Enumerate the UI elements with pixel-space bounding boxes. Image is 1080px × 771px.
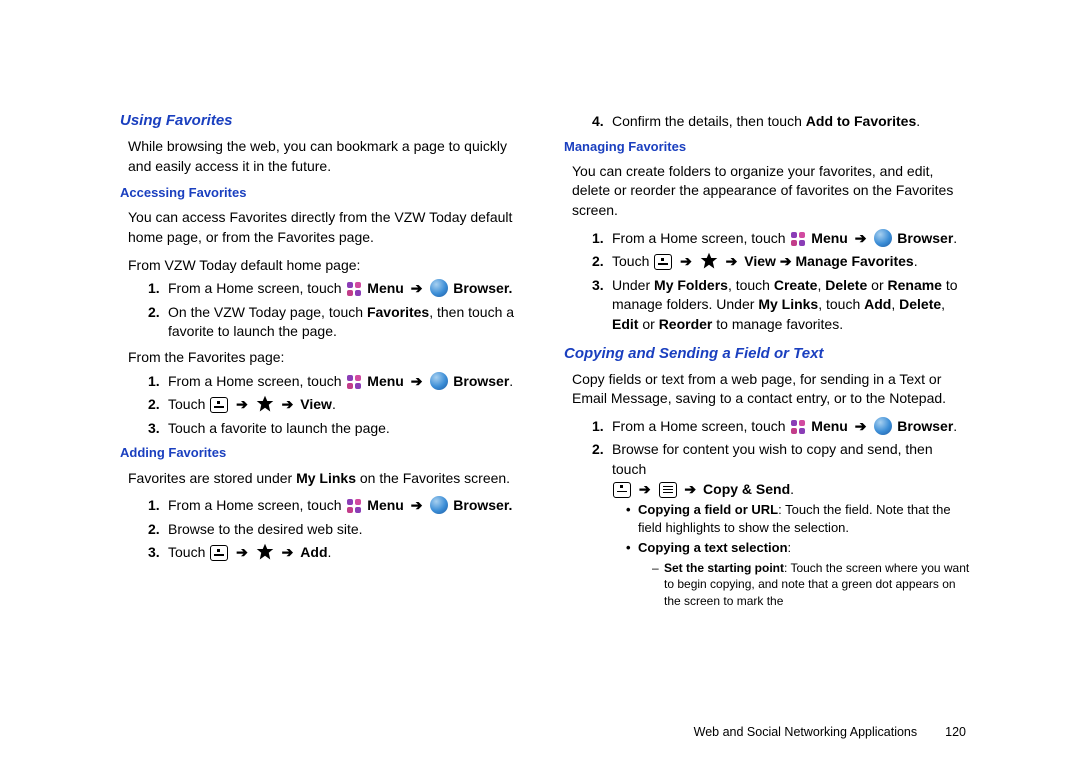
from-fav-label: From the Favorites page: xyxy=(128,348,526,368)
add-step-4: Confirm the details, then touch Add to F… xyxy=(592,112,970,132)
softkey-icon xyxy=(613,482,631,498)
globe-icon xyxy=(874,417,892,435)
arrow-icon: ➔ xyxy=(236,396,248,412)
add-step-1: From a Home screen, touch Menu ➔ Browser… xyxy=(148,496,526,516)
copy-steps: From a Home screen, touch Menu ➔ Browser… xyxy=(564,417,970,610)
globe-icon xyxy=(874,229,892,247)
globe-icon xyxy=(430,372,448,390)
arrow-icon: ➔ xyxy=(726,253,738,269)
from-vzw-label: From VZW Today default home page: xyxy=(128,256,526,276)
adding-text: Favorites are stored under My Links on t… xyxy=(120,469,526,489)
footer-chapter: Web and Social Networking Applications xyxy=(694,724,918,742)
apps-grid-icon xyxy=(346,498,362,514)
arrow-icon: ➔ xyxy=(639,481,651,497)
dash-starting-point: Set the starting point: Touch the screen… xyxy=(652,560,970,610)
arrow-icon: ➔ xyxy=(236,544,248,560)
vzw-steps: From a Home screen, touch Menu ➔ Browser… xyxy=(120,279,526,342)
list-lines-icon xyxy=(659,482,677,498)
softkey-icon xyxy=(210,545,228,561)
add-steps-continued: Confirm the details, then touch Add to F… xyxy=(564,112,970,132)
subheading-adding: Adding Favorites xyxy=(120,444,526,462)
footer-page-number: 120 xyxy=(945,724,966,742)
fav-steps: From a Home screen, touch Menu ➔ Browser… xyxy=(120,372,526,439)
add-step-2: Browse to the desired web site. xyxy=(148,520,526,540)
copy-step-1: From a Home screen, touch Menu ➔ Browser… xyxy=(592,417,970,437)
accessing-text: You can access Favorites directly from t… xyxy=(120,208,526,247)
apps-grid-icon xyxy=(346,374,362,390)
copy-dash: Set the starting point: Touch the screen… xyxy=(638,560,970,610)
copy-step-2: Browse for content you wish to copy and … xyxy=(592,440,970,610)
manage-step-1: From a Home screen, touch Menu ➔ Browser… xyxy=(592,229,970,249)
bullet-copy-field: Copying a field or URL: Touch the field.… xyxy=(626,501,970,537)
copy-text: Copy fields or text from a web page, for… xyxy=(564,370,970,409)
softkey-icon xyxy=(210,397,228,413)
vzw-step-2: On the VZW Today page, touch Favorites, … xyxy=(148,303,526,342)
arrow-icon: ➔ xyxy=(855,230,867,246)
arrow-icon: ➔ xyxy=(411,373,423,389)
arrow-icon: ➔ xyxy=(411,280,423,296)
arrow-icon: ➔ xyxy=(684,481,696,497)
manage-step-2: Touch ➔ ➔ View ➔ Manage Favorites. xyxy=(592,252,970,272)
arrow-icon: ➔ xyxy=(282,396,294,412)
arrow-icon: ➔ xyxy=(282,544,294,560)
subheading-accessing: Accessing Favorites xyxy=(120,184,526,202)
section-title-using-favorites: Using Favorites xyxy=(120,110,526,131)
page-footer: Web and Social Networking Applications 1… xyxy=(120,716,970,742)
manage-steps: From a Home screen, touch Menu ➔ Browser… xyxy=(564,229,970,335)
add-steps: From a Home screen, touch Menu ➔ Browser… xyxy=(120,496,526,563)
apps-grid-icon xyxy=(346,281,362,297)
subheading-managing: Managing Favorites xyxy=(564,138,970,156)
copy-bullets: Copying a field or URL: Touch the field.… xyxy=(612,501,970,610)
star-icon xyxy=(700,252,718,270)
globe-icon xyxy=(430,279,448,297)
manage-step-3: Under My Folders, touch Create, Delete o… xyxy=(592,276,970,335)
right-column: Confirm the details, then touch Add to F… xyxy=(564,110,970,716)
fav-step-2: Touch ➔ ➔ View. xyxy=(148,395,526,415)
left-column: Using Favorites While browsing the web, … xyxy=(120,110,526,716)
softkey-icon xyxy=(654,254,672,270)
arrow-icon: ➔ xyxy=(680,253,692,269)
arrow-icon: ➔ xyxy=(411,497,423,513)
arrow-icon: ➔ xyxy=(855,418,867,434)
globe-icon xyxy=(430,496,448,514)
section-title-copying: Copying and Sending a Field or Text xyxy=(564,343,970,364)
intro-text: While browsing the web, you can bookmark… xyxy=(120,137,526,176)
bullet-copy-text: Copying a text selection: Set the starti… xyxy=(626,539,970,610)
apps-grid-icon xyxy=(790,231,806,247)
fav-step-1: From a Home screen, touch Menu ➔ Browser… xyxy=(148,372,526,392)
managing-text: You can create folders to organize your … xyxy=(564,162,970,221)
add-step-3: Touch ➔ ➔ Add. xyxy=(148,543,526,563)
vzw-step-1: From a Home screen, touch Menu ➔ Browser… xyxy=(148,279,526,299)
star-icon xyxy=(256,543,274,561)
star-icon xyxy=(256,395,274,413)
fav-step-3: Touch a favorite to launch the page. xyxy=(148,419,526,439)
apps-grid-icon xyxy=(790,419,806,435)
